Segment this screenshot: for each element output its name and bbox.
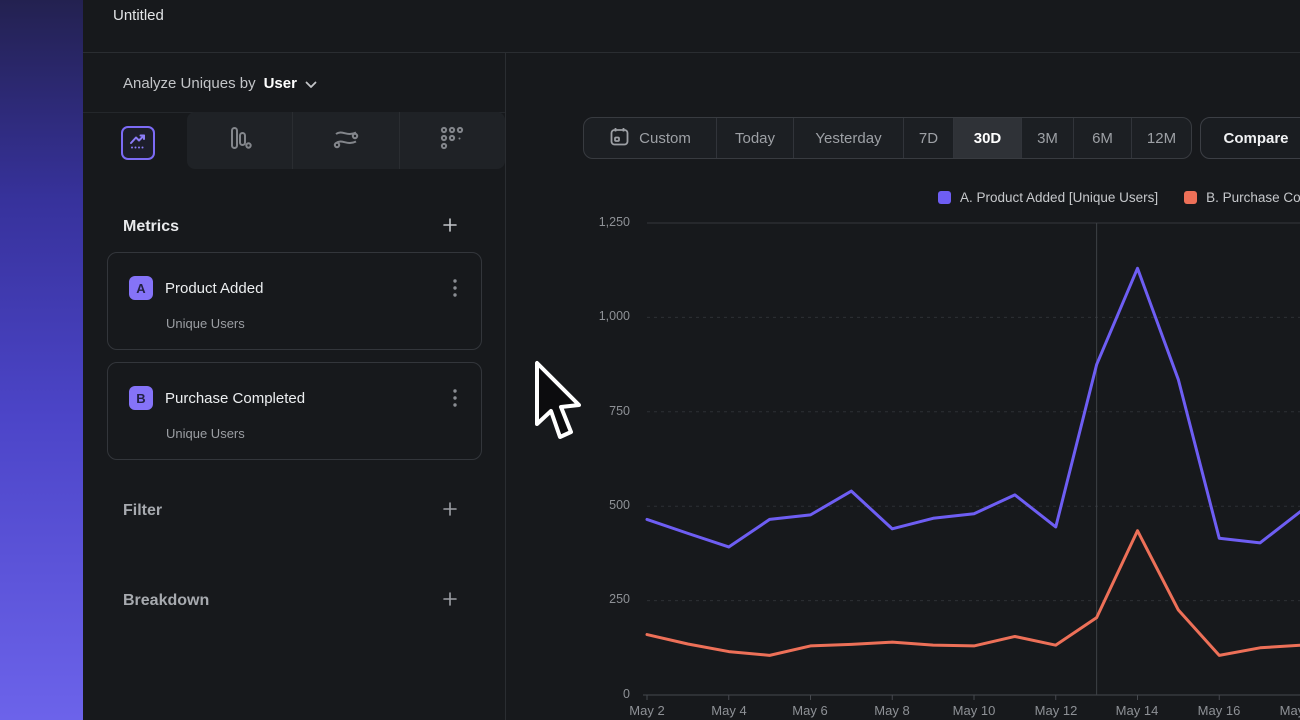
metrics-heading: Metrics — [123, 218, 179, 236]
add-icon — [442, 591, 458, 612]
tab-funnels[interactable] — [187, 112, 292, 169]
kebab-menu-icon[interactable] — [445, 387, 465, 409]
line-chart[interactable] — [505, 0, 1300, 720]
add-filter-button[interactable] — [440, 501, 460, 521]
add-breakdown-button[interactable] — [440, 591, 460, 611]
kebab-menu-icon[interactable] — [445, 277, 465, 299]
metric-badge-b: B — [129, 386, 153, 410]
metric-title[interactable]: Purchase Completed — [165, 390, 305, 407]
line-chart-icon — [128, 131, 148, 156]
dots-grid-icon — [439, 125, 465, 156]
metric-card-a[interactable]: A Product Added Unique Users — [107, 252, 482, 350]
breakdown-heading: Breakdown — [123, 592, 209, 610]
left-gradient-strip — [0, 0, 83, 720]
analyze-label: Analyze Uniques by — [123, 75, 256, 92]
tab-flows[interactable] — [292, 112, 398, 169]
flows-icon — [332, 125, 360, 156]
add-icon — [442, 217, 458, 238]
chart-type-tabs — [187, 112, 505, 169]
metric-title[interactable]: Product Added — [165, 280, 263, 297]
analyze-user-dropdown[interactable]: User — [264, 75, 297, 92]
tab-insights[interactable] — [121, 126, 155, 160]
add-icon — [442, 501, 458, 522]
bar-chart-icon — [227, 125, 253, 156]
analyze-uniques-row: Analyze Uniques by User — [123, 74, 317, 93]
add-metric-button[interactable] — [440, 217, 460, 237]
filter-heading: Filter — [123, 502, 162, 520]
report-title[interactable]: Untitled — [113, 7, 164, 24]
app-window: Untitled Analyze Uniques by User — [0, 0, 1300, 720]
metric-card-b[interactable]: B Purchase Completed Unique Users — [107, 362, 482, 460]
chevron-down-icon[interactable] — [305, 76, 317, 93]
metric-badge-a: A — [129, 276, 153, 300]
tab-retention[interactable] — [399, 112, 505, 169]
metric-subtitle[interactable]: Unique Users — [166, 426, 245, 441]
cursor-arrow — [530, 358, 588, 451]
metric-subtitle[interactable]: Unique Users — [166, 316, 245, 331]
